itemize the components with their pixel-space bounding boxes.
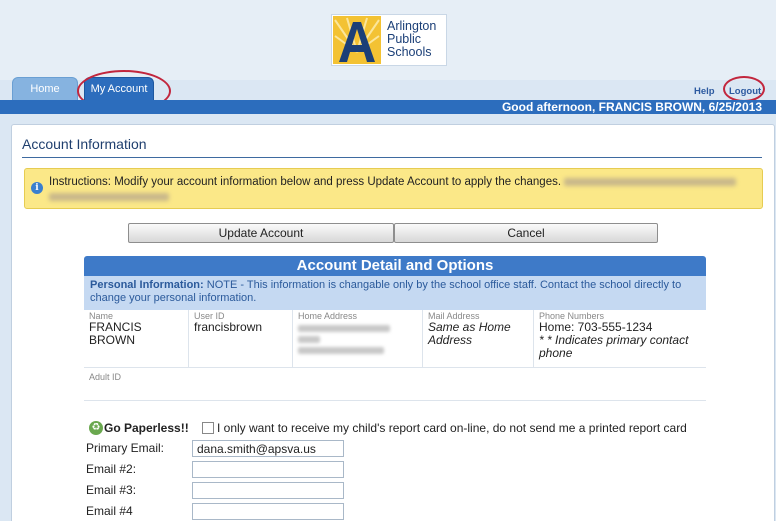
email-4-input[interactable] [192, 503, 344, 520]
email-4-row: Email #4 [86, 503, 386, 521]
user-id-value: francisbrown [194, 320, 263, 334]
user-id-cell: User ID francisbrown [189, 310, 293, 367]
home-address-label: Home Address [298, 311, 358, 321]
paperless-option: ♻ Go Paperless!! I only want to receive … [86, 420, 706, 436]
mail-address-value: Same as Home Address [428, 320, 511, 347]
title-divider [22, 157, 762, 158]
note-label: Personal Information: [90, 279, 204, 291]
name-cell: Name FRANCIS BROWN [84, 310, 189, 367]
redacted-text [49, 192, 169, 201]
phone-note: * * Indicates primary contact phone [539, 333, 689, 360]
personal-info-note: Personal Information: NOTE - This inform… [84, 276, 706, 310]
primary-email-input[interactable] [192, 440, 344, 457]
email-3-input[interactable] [192, 482, 344, 499]
redacted-address [298, 347, 384, 354]
email-3-label: Email #3: [86, 483, 137, 497]
instructions-line: Instructions: Modify your account inform… [49, 176, 562, 188]
primary-email-label: Primary Email: [86, 441, 165, 455]
page-header: Arlington Public Schools [0, 0, 776, 80]
logo-text: Arlington Public Schools [387, 20, 436, 59]
instructions-notice: i Instructions: Modify your account info… [24, 168, 763, 209]
recycle-icon: ♻ [89, 421, 103, 435]
highlight-circle-logout [723, 76, 765, 102]
aps-logo: Arlington Public Schools [331, 14, 447, 66]
redacted-address [298, 336, 320, 343]
account-panel: Account Information i Instructions: Modi… [11, 124, 775, 521]
redacted-address [298, 325, 390, 332]
help-link[interactable]: Help [694, 86, 715, 97]
account-details: Account Detail and Options Personal Info… [84, 256, 706, 521]
paperless-checkbox-label[interactable]: I only want to receive my child's report… [217, 421, 687, 435]
greeting-bar: Good afternoon, FRANCIS BROWN, 6/25/2013 [0, 100, 776, 114]
logo-line-3: Schools [387, 45, 432, 59]
paperless-checkbox[interactable] [202, 422, 214, 434]
name-value: FRANCIS BROWN [89, 320, 142, 347]
email-3-row: Email #3: [86, 482, 386, 500]
email-2-input[interactable] [192, 461, 344, 478]
info-icon: i [31, 182, 43, 194]
page-title: Account Information [22, 136, 147, 152]
email-4-label: Email #4 [86, 504, 133, 518]
aps-logo-icon [333, 16, 381, 64]
personal-info-row: Name FRANCIS BROWN User ID francisbrown … [84, 310, 706, 368]
greeting-text: Good afternoon, FRANCIS BROWN, 6/25/2013 [501, 100, 762, 114]
instructions-text: Instructions: Modify your account inform… [49, 175, 737, 205]
adult-id-row: Adult ID [84, 368, 706, 401]
tab-home[interactable]: Home [12, 77, 78, 101]
cancel-button[interactable]: Cancel [394, 223, 658, 243]
adult-id-label: Adult ID [89, 372, 122, 382]
email-2-label: Email #2: [86, 462, 137, 476]
email-2-row: Email #2: [86, 461, 386, 479]
phone-cell: Phone Numbers Home: 703-555-1234 * * Ind… [534, 310, 706, 367]
update-account-button[interactable]: Update Account [128, 223, 394, 243]
mail-address-cell: Mail Address Same as Home Address [423, 310, 534, 367]
primary-email-row: Primary Email: [86, 440, 386, 458]
redacted-text [564, 177, 737, 186]
paperless-title: Go Paperless!! [104, 421, 189, 435]
home-address-cell: Home Address [293, 310, 423, 367]
details-heading: Account Detail and Options [84, 256, 706, 276]
